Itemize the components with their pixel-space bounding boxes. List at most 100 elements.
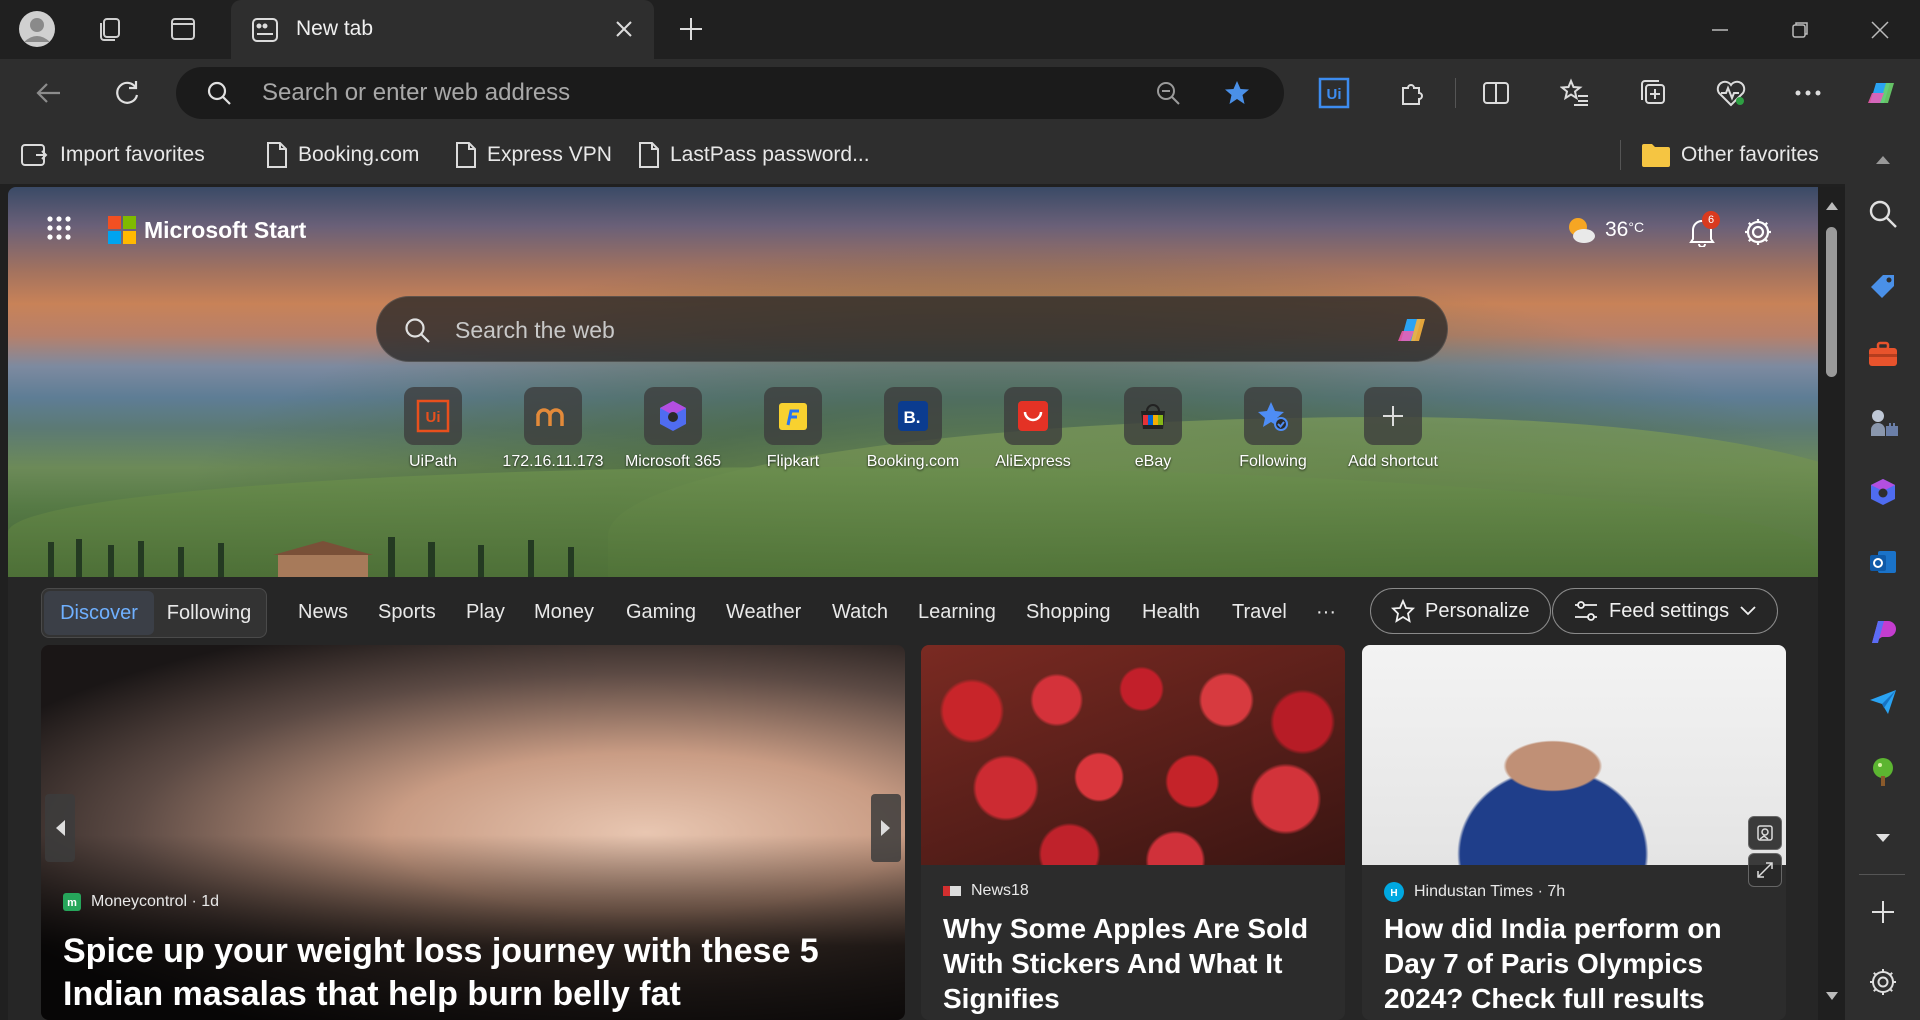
extensions-puzzle-icon[interactable] xyxy=(1388,69,1436,117)
search-icon xyxy=(206,80,232,106)
tab-following[interactable]: Following xyxy=(154,591,264,635)
sidebar-settings-gear-icon[interactable] xyxy=(1863,962,1903,1002)
scroll-up-arrow-icon[interactable] xyxy=(1825,201,1839,211)
more-categories-icon[interactable]: ··· xyxy=(1316,601,1336,624)
favorites-list-icon[interactable] xyxy=(1551,69,1599,117)
article-headline[interactable]: Why Some Apples Are Sold With Stickers A… xyxy=(943,911,1333,1016)
web-search-box[interactable] xyxy=(376,296,1448,362)
personalize-button[interactable]: Personalize xyxy=(1370,588,1551,634)
category-sports[interactable]: Sports xyxy=(378,601,436,624)
shortcut-flipkart[interactable]: Flipkart xyxy=(733,387,853,477)
browser-essentials-heart-icon[interactable] xyxy=(1707,69,1755,117)
copilot-icon[interactable] xyxy=(1858,69,1906,117)
web-search-input[interactable] xyxy=(455,313,1305,347)
address-input[interactable] xyxy=(262,77,1062,109)
shortcut-microsoft-365[interactable]: Microsoft 365 xyxy=(613,387,733,477)
sidebar-microsoft-365-icon[interactable] xyxy=(1863,472,1903,512)
shortcut-label: UiPath xyxy=(408,453,458,470)
sidebar-designer-icon[interactable] xyxy=(1863,612,1903,652)
folder-icon xyxy=(1641,142,1671,168)
scroll-down-arrow-icon[interactable] xyxy=(1825,991,1839,1001)
profile-avatar-icon[interactable] xyxy=(18,10,56,48)
feed-settings-button[interactable]: Feed settings xyxy=(1552,588,1779,634)
article-card[interactable]: News18 Why Some Apples Are Sold With Sti… xyxy=(921,645,1345,1020)
import-favorites-button[interactable]: Import favorites xyxy=(20,138,205,172)
category-health[interactable]: Health xyxy=(1142,601,1200,624)
favorite-express-vpn[interactable]: Express VPN xyxy=(455,138,612,172)
page-settings-gear-icon[interactable] xyxy=(1743,217,1773,247)
scrollbar-thumb[interactable] xyxy=(1826,227,1837,377)
split-screen-icon[interactable] xyxy=(1472,69,1520,117)
restore-icon[interactable] xyxy=(1760,0,1840,59)
article-headline[interactable]: Spice up your weight loss journey with t… xyxy=(63,930,893,1015)
category-news[interactable]: News xyxy=(298,601,348,624)
article-card[interactable]: H Hindustan Times · 7h How did India per… xyxy=(1362,645,1786,1020)
workspaces-icon[interactable] xyxy=(90,10,128,48)
weather-widget[interactable]: 36 °C xyxy=(1565,215,1644,245)
sidebar-outlook-icon[interactable] xyxy=(1863,542,1903,582)
page-scrollbar[interactable] xyxy=(1818,187,1845,1020)
category-weather[interactable]: Weather xyxy=(726,601,801,624)
add-shortcut-button[interactable]: Add shortcut xyxy=(1333,387,1453,477)
collections-icon[interactable] xyxy=(1628,69,1676,117)
shortcut-aliexpress[interactable]: AliExpress xyxy=(973,387,1093,477)
sidebar-shopping-tag-icon[interactable] xyxy=(1863,266,1903,306)
svg-text:m: m xyxy=(67,897,77,909)
sidebar-send-icon[interactable] xyxy=(1863,682,1903,722)
carousel-prev-icon[interactable] xyxy=(45,794,75,862)
shortcut-uipath[interactable]: Ui UiPath xyxy=(373,387,493,477)
apps-launcher-icon[interactable] xyxy=(46,215,72,241)
navigation-toolbar: Ui xyxy=(0,59,1920,126)
tab-actions-icon[interactable] xyxy=(164,10,202,48)
sidebar-scroll-down-icon[interactable] xyxy=(1863,818,1903,858)
category-shopping[interactable]: Shopping xyxy=(1026,601,1111,624)
new-tab-plus-icon[interactable] xyxy=(672,10,710,48)
category-play[interactable]: Play xyxy=(466,601,505,624)
refresh-icon[interactable] xyxy=(103,69,151,117)
category-gaming[interactable]: Gaming xyxy=(626,601,696,624)
category-learning[interactable]: Learning xyxy=(918,601,996,624)
address-bar[interactable] xyxy=(176,67,1284,119)
shortcut-ebay[interactable]: eBay xyxy=(1093,387,1213,477)
news-feed: Discover Following News Sports Play Mone… xyxy=(8,577,1818,1020)
shortcut-label: AliExpress xyxy=(995,453,1071,470)
sidebar-games-icon[interactable] xyxy=(1863,402,1903,442)
sidebar-scroll-up-icon[interactable] xyxy=(1863,140,1903,180)
category-travel[interactable]: Travel xyxy=(1232,601,1287,624)
shortcut-booking[interactable]: B. Booking.com xyxy=(853,387,973,477)
carousel-next-icon[interactable] xyxy=(871,794,901,862)
svg-text:B.: B. xyxy=(904,408,921,427)
zoom-out-icon[interactable] xyxy=(1155,80,1181,106)
tab-new-tab[interactable]: New tab xyxy=(231,0,654,59)
back-arrow-icon[interactable] xyxy=(25,69,73,117)
sidebar-add-icon[interactable] xyxy=(1863,892,1903,932)
other-favorites-folder[interactable]: Other favorites xyxy=(1641,138,1819,172)
close-tab-icon[interactable] xyxy=(613,18,635,40)
microsoft-start-logo[interactable]: Microsoft Start xyxy=(108,216,306,244)
sidebar-tools-icon[interactable] xyxy=(1863,334,1903,374)
svg-text:Ui: Ui xyxy=(1327,86,1342,103)
favorite-star-icon[interactable] xyxy=(1223,79,1251,107)
category-watch[interactable]: Watch xyxy=(832,601,888,624)
copilot-search-icon[interactable] xyxy=(1391,309,1433,351)
edge-sidebar xyxy=(1845,126,1920,1020)
favorite-booking[interactable]: Booking.com xyxy=(266,138,419,172)
more-menu-icon[interactable] xyxy=(1784,69,1832,117)
shortcut-following[interactable]: Following xyxy=(1213,387,1333,477)
featured-article-card[interactable]: m Moneycontrol · 1d Spice up your weight… xyxy=(41,645,905,1020)
visual-search-icon[interactable] xyxy=(1748,816,1782,850)
sidebar-search-icon[interactable] xyxy=(1863,194,1903,234)
uipath-extension-icon[interactable]: Ui xyxy=(1310,69,1358,117)
article-headline[interactable]: How did India perform on Day 7 of Paris … xyxy=(1384,911,1774,1016)
expand-icon[interactable] xyxy=(1748,853,1782,887)
category-money[interactable]: Money xyxy=(534,601,594,624)
favorite-lastpass[interactable]: LastPass password... xyxy=(638,138,870,172)
tab-discover[interactable]: Discover xyxy=(44,591,154,635)
minimize-icon[interactable] xyxy=(1680,0,1760,59)
close-window-icon[interactable] xyxy=(1840,0,1920,59)
sidebar-tree-icon[interactable] xyxy=(1863,752,1903,792)
ebay-icon xyxy=(1124,387,1182,445)
shortcut-172-16-11-173[interactable]: 172.16.11.173 xyxy=(493,387,613,477)
hindustan-times-logo-icon: H xyxy=(1384,882,1404,902)
favorite-lastpass-label: LastPass password... xyxy=(670,143,870,166)
